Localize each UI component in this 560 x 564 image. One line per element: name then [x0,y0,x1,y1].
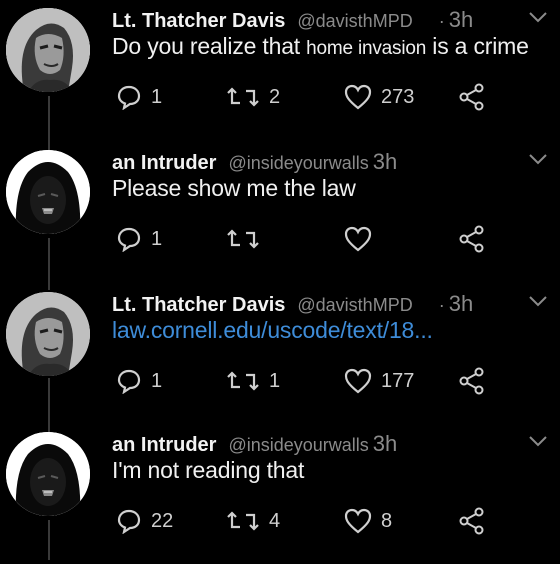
retweet-icon [227,229,259,249]
share-icon [459,83,484,111]
share-button[interactable] [458,504,486,538]
avatar-davis[interactable] [6,8,90,92]
tweet-text: Please show me the law [112,175,356,201]
tweet[interactable]: Lt. Thatcher Davis @davisthMPD · 3h law.… [0,284,560,424]
share-button[interactable] [458,80,486,114]
tweet-text-part: Do you realize that [112,33,307,59]
reply-button[interactable]: 1 [116,222,162,256]
retweet-icon [227,87,259,107]
tweet-text-part: home invasion [306,38,427,59]
retweet-icon [227,511,259,531]
like-icon [344,368,372,394]
chevron-down-icon[interactable] [528,434,548,448]
reply-count: 1 [151,85,163,108]
display-name[interactable]: an Intruder [112,152,216,175]
reply-count: 22 [151,509,174,532]
chevron-down-icon[interactable] [528,294,548,308]
share-icon [459,225,484,253]
like-count: 177 [381,369,415,392]
retweet-button[interactable] [226,222,269,256]
user-handle[interactable]: @davisthMPD [297,11,412,32]
tweet-actions: 1 2 273 [112,80,560,114]
retweet-button[interactable]: 1 [226,364,280,398]
display-name[interactable]: an Intruder [112,434,216,457]
avatar-intruder[interactable] [6,150,90,234]
reply-count: 1 [151,369,163,392]
timestamp[interactable]: 3h [449,291,473,317]
reply-icon [117,509,141,534]
user-handle[interactable]: @insideyourwalls [228,153,368,174]
tweet[interactable]: Lt. Thatcher Davis @davisthMPD · 3h Do y… [0,0,560,140]
tweet-header: Lt. Thatcher Davis @davisthMPD · 3h [112,7,473,33]
retweet-button[interactable]: 4 [226,504,280,538]
tweet-header: an Intruder @insideyourwalls 3h [112,149,397,175]
retweet-icon [227,371,259,391]
like-icon [344,226,372,252]
like-icon [344,84,372,110]
like-button[interactable]: 8 [344,504,392,538]
reply-icon [117,85,141,110]
retweet-count: 1 [269,369,281,392]
retweet-count: 4 [269,509,281,532]
like-icon [344,508,372,534]
reply-button[interactable]: 22 [116,504,173,538]
like-button[interactable] [344,222,381,256]
retweet-button[interactable]: 2 [226,80,280,114]
like-count: 8 [381,509,393,532]
reply-button[interactable]: 1 [116,80,162,114]
reply-button[interactable]: 1 [116,364,162,398]
reply-count: 1 [151,227,163,250]
like-button[interactable]: 273 [344,80,414,114]
timestamp[interactable]: 3h [373,149,397,175]
chevron-down-icon[interactable] [528,10,548,24]
separator-dot: · [438,11,445,31]
user-handle[interactable]: @davisthMPD [297,295,412,316]
tweet-text: I'm not reading that [112,457,305,483]
share-icon [459,507,484,535]
retweet-count: 2 [269,85,281,108]
separator-dot: · [438,295,445,315]
share-button[interactable] [458,222,486,256]
tweet-header: Lt. Thatcher Davis @davisthMPD · 3h [112,291,473,317]
share-button[interactable] [458,364,486,398]
share-icon [459,367,484,395]
timestamp[interactable]: 3h [373,431,397,457]
avatar-davis[interactable] [6,292,90,376]
tweet-header: an Intruder @insideyourwalls 3h [112,431,397,457]
display-name[interactable]: Lt. Thatcher Davis [112,10,285,33]
tweet-text-part: is a crime [426,33,529,59]
tweet-actions: 1 1 177 [112,364,560,398]
tweet[interactable]: an Intruder @insideyourwalls 3h I'm not … [0,424,560,564]
tweet-link[interactable]: law.cornell.edu/uscode/text/18... [112,317,433,344]
tweet-actions: 1 [112,222,560,256]
user-handle[interactable]: @insideyourwalls [228,435,368,456]
avatar-intruder[interactable] [6,432,90,516]
like-count: 273 [381,85,415,108]
reply-icon [117,227,141,252]
tweet-text: Do you realize that home invasion is a c… [112,33,529,60]
tweet[interactable]: an Intruder @insideyourwalls 3h Please s… [0,142,560,282]
reply-icon [117,369,141,394]
tweet-actions: 22 4 8 [112,504,560,538]
display-name[interactable]: Lt. Thatcher Davis [112,294,285,317]
like-button[interactable]: 177 [344,364,414,398]
chevron-down-icon[interactable] [528,152,548,166]
timestamp[interactable]: 3h [449,7,473,33]
